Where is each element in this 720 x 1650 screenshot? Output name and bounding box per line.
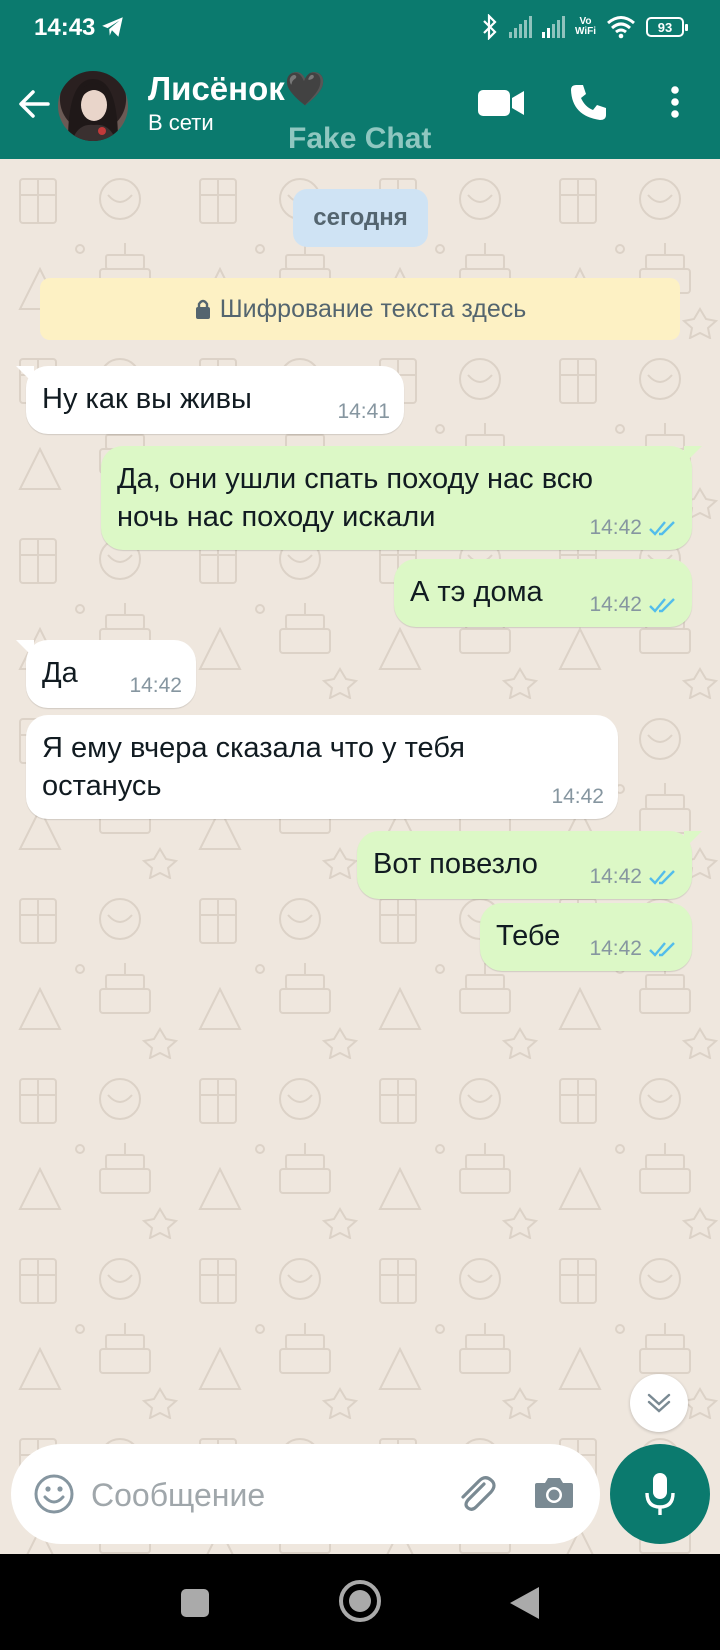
message-time: 14:42 <box>551 785 604 808</box>
emoji-icon[interactable] <box>33 1473 75 1515</box>
message-text: Я ему вчера сказала что у тебя останусь <box>42 732 466 802</box>
back-button[interactable] <box>507 1585 541 1621</box>
signal-1-icon <box>508 16 532 38</box>
camera-icon[interactable] <box>533 1474 575 1510</box>
message-bubble-outgoing[interactable]: Тебе 14:42 <box>480 903 692 971</box>
message-time: 14:42 <box>589 516 642 539</box>
message-text: Тебе <box>496 920 561 952</box>
home-button[interactable] <box>338 1579 382 1623</box>
message-text: Да, они ушли спать походу нас всю ночь н… <box>117 463 594 533</box>
date-chip: сегодня <box>293 189 428 247</box>
status-bar: 14:43 Vo WiFi 93 <box>0 0 720 56</box>
lock-icon <box>195 299 210 319</box>
message-time: 14:42 <box>589 593 642 616</box>
message-text: Ну как вы живы <box>42 383 252 415</box>
system-nav-bar <box>0 1554 720 1650</box>
phone-call-icon[interactable] <box>568 82 608 122</box>
message-bubble-incoming[interactable]: Да 14:42 <box>16 640 196 708</box>
message-text: Вот повезло <box>373 848 538 880</box>
message-time: 14:42 <box>589 865 642 888</box>
more-options-icon[interactable] <box>667 82 683 122</box>
message-text: Да <box>42 657 78 689</box>
read-receipt-icon <box>649 870 675 885</box>
chat-area[interactable]: сегодня Шифрование текста здесь Ну как в… <box>0 159 720 1554</box>
message-time: 14:42 <box>129 674 182 697</box>
encryption-text: Шифрование текста здесь <box>219 294 527 323</box>
message-time: 14:42 <box>589 937 642 960</box>
contact-avatar[interactable] <box>58 71 128 141</box>
message-bubble-incoming[interactable]: Я ему вчера сказала что у тебя останусь … <box>26 715 618 819</box>
telegram-icon <box>102 17 123 37</box>
contact-status: В сети <box>148 110 214 135</box>
message-time: 14:41 <box>337 400 390 423</box>
chat-header: Лисёнок🖤 В сети Fake Chat <box>0 56 720 159</box>
voice-message-button[interactable] <box>610 1444 710 1544</box>
message-bubble-incoming[interactable]: Ну как вы живы 14:41 <box>16 366 404 434</box>
message-text: А тэ дома <box>410 576 543 608</box>
back-arrow-icon[interactable] <box>14 84 54 124</box>
message-composer <box>11 1444 600 1544</box>
read-receipt-icon <box>649 521 675 536</box>
message-input[interactable] <box>89 1466 423 1524</box>
bluetooth-icon <box>483 14 497 40</box>
message-bubble-outgoing[interactable]: Вот повезло 14:42 <box>357 831 702 899</box>
scroll-to-bottom-button[interactable] <box>630 1374 688 1432</box>
read-receipt-icon <box>649 942 675 957</box>
status-time: 14:43 <box>34 14 96 41</box>
contact-name[interactable]: Лисёнок🖤 <box>148 70 326 109</box>
message-bubble-outgoing[interactable]: Да, они ушли спать походу нас всю ночь н… <box>101 446 702 550</box>
signal-2-icon <box>541 16 565 38</box>
vowifi-indicator: Vo WiFi <box>574 16 596 37</box>
encryption-notice[interactable]: Шифрование текста здесь <box>40 278 680 340</box>
microphone-icon <box>645 1473 675 1515</box>
recents-button[interactable] <box>180 1588 210 1618</box>
message-bubble-outgoing[interactable]: А тэ дома 14:42 <box>394 559 692 627</box>
double-chevron-down-icon <box>647 1393 671 1413</box>
app-watermark: Fake Chat <box>288 122 432 155</box>
status-icons: Vo WiFi 93 <box>481 12 688 42</box>
video-call-icon[interactable] <box>476 82 526 122</box>
battery-indicator: 93 <box>646 17 688 37</box>
wifi-icon <box>607 16 635 39</box>
read-receipt-icon <box>649 598 675 613</box>
attach-icon[interactable] <box>454 1472 498 1516</box>
